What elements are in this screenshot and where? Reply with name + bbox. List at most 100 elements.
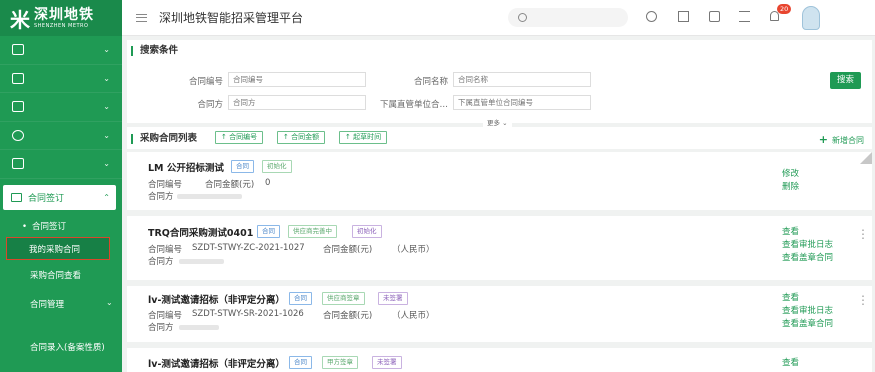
chevron-down-icon: ⌄ [103, 45, 110, 55]
sidebar-item-document[interactable]: ⌄ [0, 93, 122, 122]
hourglass-icon[interactable] [709, 11, 720, 22]
search-section-title: 搜索条件 [131, 46, 178, 56]
calendar-icon [12, 72, 24, 84]
contract-card[interactable]: LM 公开招标测试 合同 初始化 合同编号 合同金额(元) 0 合同方 修改 删… [127, 152, 872, 210]
sidebar-item-contract-signing[interactable]: 合同签订 ⌃ [3, 185, 116, 210]
sidebar-subitem-contract-entry[interactable]: 合同录入(备案性质) [0, 341, 122, 353]
contract-no-label: 合同编号 [148, 245, 183, 255]
sidebar-item-label: 合同签订 [28, 194, 65, 204]
monitor-icon [11, 193, 22, 202]
card-corner-fold [860, 152, 872, 164]
edit-link[interactable]: 修改 [782, 167, 799, 179]
type-tag: 合同 [289, 356, 312, 369]
contract-list-panel: 采购合同列表 ↑ 合同编号 ↑ 合同金额 ↑ 起草时间 + 新增合同 LM 公开招… [127, 127, 872, 372]
sort-contract-no-button[interactable]: ↑ 合同编号 [215, 131, 264, 144]
view-sealed-contract-link[interactable]: 查看盖章合同 [782, 317, 833, 329]
party-label: 合同方 [197, 100, 223, 110]
amount-value: （人民币） [392, 311, 435, 321]
contract-no-value: SZDT-STWY-ZC-2021-1027 [192, 243, 305, 253]
sidebar-subitem-my-purchases[interactable]: 我的采购合同 [6, 237, 110, 260]
contract-no-label: 合同编号 [188, 77, 223, 87]
chevron-down-icon: ⌄ [103, 102, 110, 112]
list-section-title: 采购合同列表 [131, 134, 197, 144]
view-approval-log-link[interactable]: 查看审批日志 [782, 238, 833, 250]
contract-card[interactable]: TRQ合同采购测试0401 合同 供应商完善中 初始化 合同编号 SZDT-ST… [127, 216, 872, 280]
chevron-down-icon: ⌄ [103, 130, 110, 140]
view-link[interactable]: 查看 [782, 291, 799, 303]
contract-title: lv-测试邀请招标（非评定分离） [148, 295, 285, 306]
sidebar-item-book[interactable]: ⌄ [0, 150, 122, 179]
chevron-down-icon: ⌄ [103, 73, 110, 83]
type-tag: 合同 [289, 292, 312, 305]
coin-icon [12, 129, 24, 141]
amount-value: （人民币） [392, 245, 435, 255]
contract-title: LM 公开招标测试 [148, 163, 224, 174]
arrow-right-circle-icon[interactable] [646, 11, 657, 22]
redacted-party [179, 325, 219, 330]
sidebar-subitem-contract-manage[interactable]: 合同管理 ⌄ [0, 298, 122, 310]
add-contract-button[interactable]: + 新增合同 [819, 133, 864, 146]
list-icon[interactable] [739, 11, 750, 22]
page-title: 深圳地铁智能招采管理平台 [159, 11, 304, 25]
sidebar-item-home[interactable]: ⌄ [0, 36, 122, 65]
status-tag: 供应商签章 [322, 292, 365, 305]
party-label: 合同方 [148, 257, 174, 267]
sidebar-item-calendar[interactable]: ⌄ [0, 65, 122, 93]
plus-icon: + [818, 133, 828, 146]
notification-badge: 20 [777, 4, 792, 14]
sub-unit-input[interactable] [453, 95, 591, 110]
document-icon [12, 101, 24, 113]
sort-amount-button[interactable]: ↑ 合同金额 [277, 131, 326, 144]
status-tag: 未签署 [378, 292, 408, 305]
status-tag: 初始化 [352, 225, 382, 238]
delete-link[interactable]: 删除 [782, 180, 799, 192]
view-link[interactable]: 查看 [782, 356, 799, 368]
message-icon[interactable] [678, 11, 689, 22]
type-tag: 合同 [257, 225, 280, 238]
list-header: 采购合同列表 ↑ 合同编号 ↑ 合同金额 ↑ 起草时间 + 新增合同 [127, 127, 872, 149]
search-button[interactable]: 搜索 [830, 72, 861, 89]
metro-logo-icon: 米 [10, 7, 30, 32]
sidebar-subitem-purchase-view[interactable]: 采购合同查看 [0, 269, 122, 281]
more-options-icon[interactable]: ⋮ [857, 228, 869, 240]
top-search-box[interactable] [508, 8, 628, 27]
type-tag: 合同 [231, 160, 254, 173]
contract-title: TRQ合同采购测试0401 [148, 228, 254, 239]
sub-unit-label: 下属直管单位合… [379, 100, 448, 110]
contract-card[interactable]: lv-测试邀请招标（非评定分离） 合同 供应商签章 未签署 合同编号 SZDT-… [127, 286, 872, 342]
book-icon [12, 158, 24, 170]
brand-name: 深圳地铁 [34, 6, 94, 23]
chevron-down-icon: ⌄ [106, 298, 113, 307]
brand-logo[interactable]: 米 深圳地铁 SHENZHEN METRO [0, 0, 122, 36]
contract-no-input[interactable] [228, 72, 366, 87]
search-panel: 搜索条件 合同编号 合同名称 搜索 合同方 下属直管单位合… 更多 ⌄ [127, 40, 872, 127]
sidebar-subitem-contract-signing[interactable]: 合同签订 [0, 220, 122, 232]
contract-card[interactable]: lv-测试邀请招标（非评定分离） 合同 甲方签章 未签署 查看 [127, 348, 872, 372]
contract-title: lv-测试邀请招标（非评定分离） [148, 359, 285, 370]
view-sealed-contract-link[interactable]: 查看盖章合同 [782, 251, 833, 263]
menu-toggle-icon[interactable] [136, 13, 147, 22]
sidebar: 米 深圳地铁 SHENZHEN METRO ⌄ ⌄ ⌄ ⌄ ⌄ 合同签订 ⌃ 合… [0, 0, 122, 372]
amount-value: 0 [265, 178, 271, 188]
top-bar: 深圳地铁智能招采管理平台 20 [122, 0, 875, 36]
party-label: 合同方 [148, 192, 174, 202]
home-icon [12, 44, 24, 56]
chevron-up-icon: ⌃ [103, 193, 110, 202]
status-tag: 供应商完善中 [288, 225, 337, 238]
more-filters-toggle[interactable]: 更多 ⌄ [483, 117, 512, 127]
chevron-down-icon: ⌄ [103, 159, 110, 169]
status-tag: 甲方签章 [322, 356, 358, 369]
party-input[interactable] [228, 95, 366, 110]
sort-draft-time-button[interactable]: ↑ 起草时间 [339, 131, 388, 144]
contract-no-label: 合同编号 [148, 180, 183, 190]
contract-name-input[interactable] [453, 72, 591, 87]
view-link[interactable]: 查看 [782, 225, 799, 237]
clock-icon [518, 13, 527, 22]
more-options-icon[interactable]: ⋮ [857, 294, 869, 306]
avatar[interactable] [802, 6, 820, 30]
contract-no-value: SZDT-STWY-SR-2021-1026 [192, 309, 304, 319]
view-approval-log-link[interactable]: 查看审批日志 [782, 304, 833, 316]
sidebar-item-finance[interactable]: ⌄ [0, 122, 122, 150]
brand-name-en: SHENZHEN METRO [34, 22, 89, 29]
redacted-party [179, 259, 224, 264]
